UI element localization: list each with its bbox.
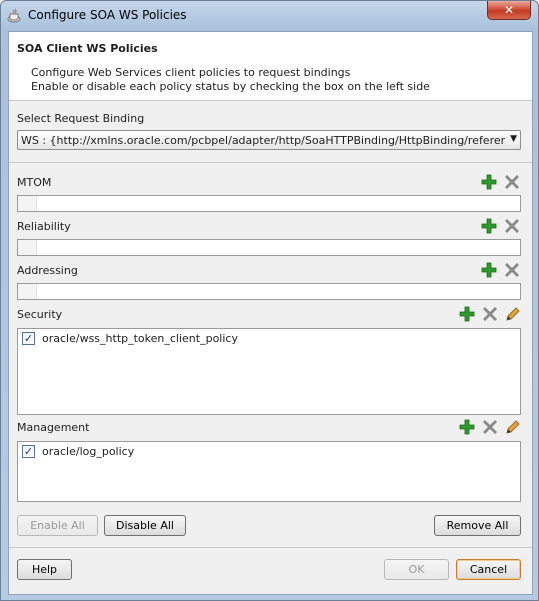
- management-policy-checkbox[interactable]: ✓: [22, 445, 35, 458]
- add-security-plus-icon[interactable]: [459, 306, 475, 322]
- disable-all-button[interactable]: Disable All: [104, 515, 186, 536]
- close-window-button[interactable]: ✕: [487, 1, 531, 20]
- request-binding-select[interactable]: WS : {http://xmlns.oracle.com/pcbpel/ada…: [17, 130, 521, 150]
- cancel-button[interactable]: Cancel: [456, 559, 521, 580]
- ok-button[interactable]: OK: [384, 559, 449, 580]
- header-panel: SOA Client WS Policies Configure Web Ser…: [9, 32, 532, 101]
- addressing-label: Addressing: [17, 264, 78, 277]
- management-label: Management: [17, 421, 90, 434]
- separator: [9, 547, 532, 548]
- remove-all-button[interactable]: Remove All: [434, 515, 521, 536]
- header-description-2: Enable or disable each policy status by …: [31, 80, 430, 93]
- edit-security-pencil-icon[interactable]: [505, 306, 521, 322]
- edit-management-pencil-icon[interactable]: [505, 419, 521, 435]
- list-item[interactable]: ✓ oracle/wss_http_token_client_policy: [18, 331, 520, 347]
- management-policy-name: oracle/log_policy: [42, 445, 135, 458]
- help-button[interactable]: Help: [17, 559, 72, 580]
- remove-addressing-x-icon[interactable]: [504, 262, 520, 278]
- addressing-policy-field[interactable]: [17, 283, 521, 300]
- add-mtom-plus-icon[interactable]: [481, 174, 497, 190]
- remove-reliability-x-icon[interactable]: [504, 218, 520, 234]
- enable-all-button[interactable]: Enable All: [17, 515, 98, 536]
- chevron-down-icon: ▼: [510, 134, 517, 144]
- request-binding-value: WS : {http://xmlns.oracle.com/pcbpel/ada…: [21, 134, 505, 147]
- list-item[interactable]: ✓ oracle/log_policy: [18, 444, 520, 460]
- reliability-label: Reliability: [17, 220, 71, 233]
- mtom-policy-field[interactable]: [17, 195, 521, 212]
- add-addressing-plus-icon[interactable]: [481, 262, 497, 278]
- add-management-plus-icon[interactable]: [459, 419, 475, 435]
- close-icon: ✕: [503, 3, 515, 17]
- separator: [9, 162, 532, 163]
- header-description-1: Configure Web Services client policies t…: [31, 66, 351, 79]
- dialog-window: Configure SOA WS Policies ✕ SOA Client W…: [0, 0, 539, 601]
- remove-management-x-icon[interactable]: [482, 419, 498, 435]
- request-binding-label: Select Request Binding: [17, 112, 145, 125]
- remove-security-x-icon[interactable]: [482, 306, 498, 322]
- management-policy-list[interactable]: ✓ oracle/log_policy: [17, 441, 521, 502]
- security-policy-name: oracle/wss_http_token_client_policy: [42, 332, 238, 345]
- security-policy-checkbox[interactable]: ✓: [22, 332, 35, 345]
- remove-mtom-x-icon[interactable]: [504, 174, 520, 190]
- dialog-content: SOA Client WS Policies Configure Web Ser…: [8, 31, 533, 595]
- window-title: Configure SOA WS Policies: [28, 8, 187, 22]
- coffee-cup-icon: [7, 8, 21, 23]
- title-bar: Configure SOA WS Policies ✕: [1, 1, 538, 31]
- reliability-policy-field[interactable]: [17, 239, 521, 256]
- security-policy-list[interactable]: ✓ oracle/wss_http_token_client_policy: [17, 328, 521, 415]
- add-reliability-plus-icon[interactable]: [481, 218, 497, 234]
- security-label: Security: [17, 308, 63, 321]
- header-title: SOA Client WS Policies: [17, 42, 158, 55]
- mtom-label: MTOM: [17, 176, 52, 189]
